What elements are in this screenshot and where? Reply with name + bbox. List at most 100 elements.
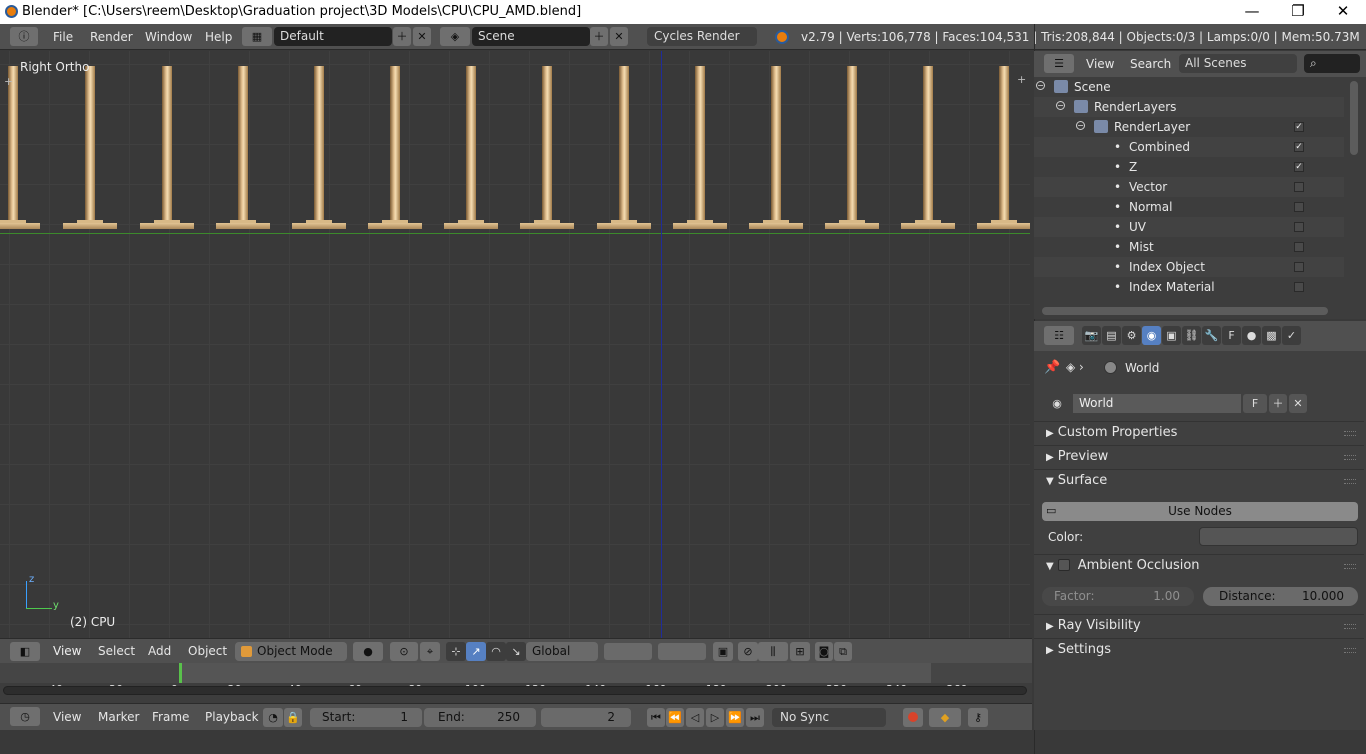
- panel-drag-handle[interactable]: [1344, 479, 1356, 484]
- panel-ambient-occlusion[interactable]: ▼ Ambient Occlusion: [1034, 554, 1364, 576]
- world-tab-icon[interactable]: ◉: [1142, 326, 1161, 345]
- scene-layers-grid-2[interactable]: [658, 643, 706, 660]
- translate-manipulator-icon[interactable]: ↗: [466, 642, 486, 661]
- scene-tab-icon[interactable]: ⚙: [1122, 326, 1141, 345]
- outliner-menu-view[interactable]: View: [1086, 51, 1114, 77]
- vp-menu-select[interactable]: Select: [98, 639, 135, 664]
- ao-factor-field[interactable]: Factor: 1.00: [1042, 587, 1194, 606]
- scene-layers-grid-1[interactable]: [604, 643, 652, 660]
- outliner-vscroll[interactable]: [1350, 81, 1358, 155]
- remove-screen-icon[interactable]: ✕: [413, 27, 431, 46]
- screen-layout-field[interactable]: Default: [274, 27, 392, 46]
- panel-preview[interactable]: ▶ Preview: [1034, 445, 1364, 467]
- lock-range-icon[interactable]: 🔒: [284, 708, 302, 727]
- transform-orientation-select[interactable]: Global: [526, 642, 598, 661]
- end-frame-field[interactable]: End: 250: [424, 708, 536, 727]
- fake-user-button[interactable]: F: [1243, 394, 1267, 413]
- panel-drag-handle[interactable]: [1344, 455, 1356, 460]
- toolshelf-toggle-icon[interactable]: +: [4, 75, 13, 88]
- record-icon[interactable]: [903, 708, 923, 727]
- manipulator-toggle-icon[interactable]: ⊹: [446, 642, 466, 661]
- outliner[interactable]: − Scene − RenderLayers − RenderLayer ✓ • Combine…: [1034, 51, 1366, 319]
- keying-key-icon[interactable]: ⚷: [968, 708, 988, 727]
- editor-type-info-icon[interactable]: ⓘ: [10, 27, 38, 46]
- collapse-toggle-icon[interactable]: −: [1056, 101, 1065, 110]
- snap-element-icon[interactable]: ⫼: [758, 642, 788, 661]
- material-tab-icon[interactable]: ●: [1242, 326, 1261, 345]
- collapse-toggle-icon[interactable]: −: [1036, 81, 1045, 90]
- prev-keyframe-icon[interactable]: ⏪: [666, 708, 684, 727]
- physics-tab-icon[interactable]: ✓: [1282, 326, 1301, 345]
- proportional-edit-icon[interactable]: ⊘: [738, 642, 758, 661]
- unlink-world-icon[interactable]: ✕: [1289, 394, 1307, 413]
- panel-settings[interactable]: ▶ Settings: [1034, 638, 1364, 660]
- jump-end-icon[interactable]: ⏭: [746, 708, 764, 727]
- outliner-row[interactable]: − RenderLayers: [1034, 97, 1344, 117]
- texture-tab-icon[interactable]: ▩: [1262, 326, 1281, 345]
- render-pass-checkbox[interactable]: ✓: [1294, 162, 1304, 172]
- snap-target-icon[interactable]: ⊞: [790, 642, 810, 661]
- editor-type-timeline-icon[interactable]: ◷: [10, 707, 40, 726]
- scene-field[interactable]: Scene: [472, 27, 590, 46]
- outliner-search-input[interactable]: ⌕: [1304, 54, 1360, 73]
- render-anim-opengl-icon[interactable]: ⧉: [834, 642, 852, 661]
- outliner-menu-search[interactable]: Search: [1130, 51, 1171, 77]
- render-pass-checkbox[interactable]: [1294, 262, 1304, 272]
- properties-toggle-icon[interactable]: +: [1017, 73, 1026, 86]
- object-tab-icon[interactable]: ▣: [1162, 326, 1181, 345]
- next-keyframe-icon[interactable]: ⏩: [726, 708, 744, 727]
- render-pass-checkbox[interactable]: [1294, 282, 1304, 292]
- add-scene-icon[interactable]: ＋: [590, 27, 608, 46]
- render-tab-icon[interactable]: 📷: [1082, 326, 1101, 345]
- add-screen-icon[interactable]: ＋: [393, 27, 411, 46]
- use-nodes-button[interactable]: Use Nodes: [1042, 502, 1358, 521]
- tl-menu-frame[interactable]: Frame: [152, 704, 189, 730]
- menu-file[interactable]: File: [53, 24, 73, 50]
- render-opengl-icon[interactable]: ◙: [815, 642, 833, 661]
- timeline-scrollbar[interactable]: [3, 686, 1027, 695]
- outliner-display-mode-select[interactable]: All Scenes: [1179, 54, 1297, 73]
- panel-drag-handle[interactable]: [1344, 648, 1356, 653]
- pin-icon[interactable]: 📌: [1044, 360, 1060, 375]
- vp-menu-view[interactable]: View: [53, 639, 81, 664]
- panel-drag-handle[interactable]: [1344, 564, 1356, 569]
- outliner-row[interactable]: − Scene: [1034, 77, 1344, 97]
- ambient-occlusion-checkbox[interactable]: [1057, 559, 1070, 571]
- play-icon[interactable]: ▷: [706, 708, 724, 727]
- minimize-button[interactable]: —: [1229, 0, 1275, 24]
- restore-button[interactable]: ❐: [1275, 0, 1321, 24]
- pivot-point-icon[interactable]: ⊙: [390, 642, 418, 661]
- render-pass-checkbox[interactable]: ✓: [1294, 142, 1304, 152]
- vp-menu-object[interactable]: Object: [188, 639, 227, 664]
- render-pass-checkbox[interactable]: [1294, 222, 1304, 232]
- new-world-icon[interactable]: ＋: [1269, 394, 1287, 413]
- scene-icon[interactable]: ◈: [440, 27, 470, 46]
- world-color-swatch[interactable]: [1199, 527, 1358, 546]
- screen-layout-icon[interactable]: ▦: [242, 27, 272, 46]
- panel-drag-handle[interactable]: [1344, 431, 1356, 436]
- render-pass-checkbox[interactable]: ✓: [1294, 122, 1304, 132]
- panel-ray-visibility[interactable]: ▶ Ray Visibility: [1034, 614, 1364, 636]
- editor-type-3d-icon[interactable]: ◧: [10, 642, 40, 661]
- constraints-tab-icon[interactable]: ⛓: [1182, 326, 1201, 345]
- modifiers-tab-icon[interactable]: 🔧: [1202, 326, 1221, 345]
- preview-range-icon[interactable]: ◔: [263, 708, 283, 727]
- ao-distance-field[interactable]: Distance: 10.000: [1203, 587, 1358, 606]
- close-window-button[interactable]: ✕: [1320, 0, 1366, 24]
- panel-custom-properties[interactable]: ▶ Custom Properties: [1034, 421, 1364, 443]
- panel-drag-handle[interactable]: [1344, 624, 1356, 629]
- scale-manipulator-icon[interactable]: ↘: [506, 642, 526, 661]
- keying-set-icon[interactable]: ◆: [929, 708, 961, 727]
- tl-menu-view[interactable]: View: [53, 704, 81, 730]
- 3d-viewport[interactable]: Right Ortho (2) CPU z y + +: [0, 51, 1030, 638]
- manipulate-center-icon[interactable]: ⌖: [420, 642, 440, 661]
- menu-help[interactable]: Help: [205, 24, 232, 50]
- collapse-toggle-icon[interactable]: −: [1076, 121, 1085, 130]
- outliner-hscroll[interactable]: [1042, 307, 1328, 315]
- play-reverse-icon[interactable]: ◁: [686, 708, 704, 727]
- playhead-marker[interactable]: [179, 663, 182, 683]
- render-pass-checkbox[interactable]: [1294, 242, 1304, 252]
- render-layers-tab-icon[interactable]: ▤: [1102, 326, 1121, 345]
- world-name-field[interactable]: World: [1073, 394, 1241, 413]
- jump-start-icon[interactable]: ⏮: [647, 708, 665, 727]
